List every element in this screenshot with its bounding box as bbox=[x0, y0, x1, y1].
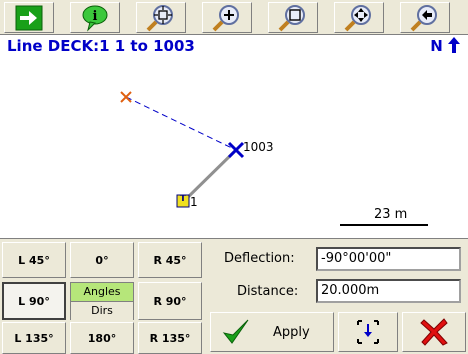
zoom-extents-icon bbox=[146, 4, 173, 31]
zoom-in-icon bbox=[212, 4, 239, 31]
deflection-field[interactable]: -90°00'00" bbox=[316, 247, 461, 271]
angle-180-button[interactable]: 180° bbox=[70, 322, 134, 354]
zoom-window-icon bbox=[278, 4, 305, 31]
zoom-in-button[interactable] bbox=[202, 2, 252, 33]
go-arrow-icon bbox=[15, 5, 43, 30]
close-icon bbox=[420, 318, 448, 346]
info-bubble-icon: i bbox=[82, 5, 108, 32]
pan-icon bbox=[344, 4, 371, 31]
zoom-window-button[interactable] bbox=[268, 2, 318, 33]
distance-label: Distance: bbox=[237, 284, 299, 299]
new-point-icon bbox=[357, 320, 379, 344]
apply-label: Apply bbox=[273, 324, 310, 340]
apply-button[interactable]: Apply bbox=[210, 312, 334, 352]
survey-line bbox=[182, 148, 238, 203]
projected-line bbox=[125, 96, 237, 151]
angle-r90-button[interactable]: R 90° bbox=[138, 282, 202, 320]
pan-button[interactable] bbox=[334, 2, 384, 33]
toolbar: i bbox=[0, 0, 468, 34]
start-point-marker-label: T bbox=[179, 194, 187, 204]
info-button[interactable]: i bbox=[70, 2, 120, 33]
mode-angles-option[interactable]: Angles bbox=[71, 283, 133, 302]
end-point-label: 1003 bbox=[243, 140, 274, 154]
angle-mode-toggle[interactable]: Angles Dirs bbox=[70, 282, 134, 320]
distance-field[interactable]: 20.000m bbox=[316, 279, 461, 303]
angle-l45-button[interactable]: L 45° bbox=[2, 242, 66, 278]
svg-text:i: i bbox=[93, 9, 98, 24]
zoom-previous-button[interactable] bbox=[400, 2, 450, 33]
angle-l135-button[interactable]: L 135° bbox=[2, 322, 66, 354]
end-point-marker bbox=[227, 141, 245, 159]
angle-0-button[interactable]: 0° bbox=[70, 242, 134, 278]
angle-r135-button[interactable]: R 135° bbox=[138, 322, 202, 354]
scale-label: 23 m bbox=[374, 207, 408, 222]
scale-bar bbox=[340, 224, 428, 226]
deflection-label: Deflection: bbox=[224, 251, 295, 266]
mode-dirs-option[interactable]: Dirs bbox=[71, 302, 133, 320]
map-view[interactable]: Line DECK:1 1 to 1003 N T 1003 1 23 m bbox=[0, 34, 468, 239]
start-point-label: 1 bbox=[190, 195, 198, 209]
previous-point-marker bbox=[120, 91, 132, 103]
zoom-previous-icon bbox=[410, 4, 437, 31]
checkmark-icon bbox=[222, 319, 249, 344]
go-button[interactable] bbox=[4, 2, 54, 33]
cancel-button[interactable] bbox=[402, 312, 466, 352]
zoom-extents-button[interactable] bbox=[136, 2, 186, 33]
angle-r45-button[interactable]: R 45° bbox=[138, 242, 202, 278]
angle-l90-button[interactable]: L 90° bbox=[2, 282, 66, 320]
new-point-button[interactable] bbox=[338, 312, 398, 352]
